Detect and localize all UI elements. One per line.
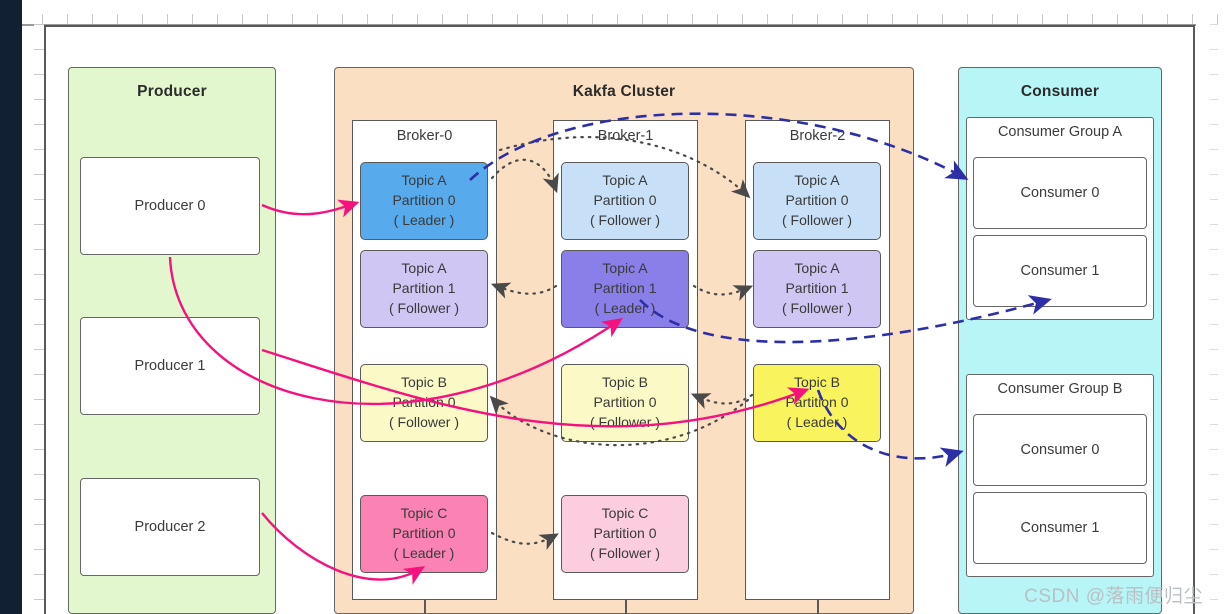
broker-1-partition-3[interactable]: Topic C Partition 0 ( Follower ) xyxy=(561,495,689,573)
producer-2-label: Producer 2 xyxy=(134,519,206,535)
broker-0-partition-3[interactable]: Topic C Partition 0 ( Leader ) xyxy=(360,495,488,573)
partition-topic: Topic C xyxy=(601,505,649,522)
partition-topic: Topic B xyxy=(401,374,447,391)
consumer-group-b-member-1[interactable]: Consumer 1 xyxy=(973,492,1147,564)
partition-index: Partition 1 xyxy=(785,280,849,297)
editor-gutter xyxy=(0,0,22,614)
partition-index: Partition 0 xyxy=(593,394,657,411)
partition-topic: Topic A xyxy=(602,260,648,277)
partition-index: Partition 0 xyxy=(785,192,849,209)
consumer-label: Consumer 0 xyxy=(1020,442,1100,458)
partition-topic: Topic C xyxy=(400,505,448,522)
consumer-panel-title: Consumer xyxy=(1020,83,1100,100)
consumer-label: Consumer 1 xyxy=(1020,263,1100,279)
partition-topic: Topic A xyxy=(602,172,648,189)
broker-2-stem xyxy=(817,600,819,614)
kafka-cluster-title: Kakfa Cluster xyxy=(572,83,676,100)
broker-0-stem xyxy=(424,600,426,614)
watermark: CSDN @落雨便归尘 xyxy=(1024,586,1203,607)
partition-topic: Topic A xyxy=(794,260,840,277)
broker-1-stem xyxy=(625,600,627,614)
producer-2-box[interactable]: Producer 2 xyxy=(80,478,260,576)
broker-2-partition-1[interactable]: Topic A Partition 1 ( Follower ) xyxy=(753,250,881,328)
partition-role: ( Leader ) xyxy=(393,211,455,228)
partition-topic: Topic A xyxy=(401,172,447,189)
partition-index: Partition 1 xyxy=(593,280,657,297)
partition-index: Partition 0 xyxy=(392,192,456,209)
broker-2-partition-2[interactable]: Topic B Partition 0 ( Leader ) xyxy=(753,364,881,442)
partition-role: ( Leader ) xyxy=(393,544,455,561)
partition-index: Partition 1 xyxy=(392,280,456,297)
broker-0-label: Broker-0 xyxy=(396,128,453,144)
partition-topic: Topic B xyxy=(602,374,648,391)
consumer-label: Consumer 0 xyxy=(1020,185,1100,201)
partition-topic: Topic A xyxy=(401,260,447,277)
broker-0-partition-2[interactable]: Topic B Partition 0 ( Follower ) xyxy=(360,364,488,442)
partition-role: ( Follower ) xyxy=(781,211,852,228)
consumer-group-b-label: Consumer Group B xyxy=(997,381,1123,397)
consumer-group-a-member-0[interactable]: Consumer 0 xyxy=(973,157,1147,229)
diagram-canvas: Producer Producer 0 Producer 1 Producer … xyxy=(0,0,1231,614)
partition-role: ( Leader ) xyxy=(594,299,656,316)
partition-role: ( Follower ) xyxy=(388,299,459,316)
partition-index: Partition 0 xyxy=(392,525,456,542)
partition-role: ( Follower ) xyxy=(781,299,852,316)
partition-role: ( Follower ) xyxy=(589,211,660,228)
partition-role: ( Follower ) xyxy=(589,544,660,561)
partition-index: Partition 0 xyxy=(593,525,657,542)
partition-role: ( Leader ) xyxy=(786,413,848,430)
partition-role: ( Follower ) xyxy=(388,413,459,430)
partition-index: Partition 0 xyxy=(785,394,849,411)
partition-index: Partition 0 xyxy=(392,394,456,411)
producer-panel-title: Producer xyxy=(137,83,207,100)
broker-0-partition-0[interactable]: Topic A Partition 0 ( Leader ) xyxy=(360,162,488,240)
right-ruler xyxy=(1196,24,1231,614)
broker-1-partition-0[interactable]: Topic A Partition 0 ( Follower ) xyxy=(561,162,689,240)
consumer-group-a-member-1[interactable]: Consumer 1 xyxy=(973,235,1147,307)
producer-0-box[interactable]: Producer 0 xyxy=(80,157,260,255)
broker-0-partition-1[interactable]: Topic A Partition 1 ( Follower ) xyxy=(360,250,488,328)
partition-index: Partition 0 xyxy=(593,192,657,209)
broker-2-label: Broker-2 xyxy=(789,128,846,144)
broker-1-partition-1[interactable]: Topic A Partition 1 ( Leader ) xyxy=(561,250,689,328)
consumer-group-a-label: Consumer Group A xyxy=(997,124,1123,140)
broker-1-label: Broker-1 xyxy=(597,128,654,144)
partition-role: ( Follower ) xyxy=(589,413,660,430)
partition-topic: Topic A xyxy=(794,172,840,189)
producer-0-label: Producer 0 xyxy=(134,198,206,214)
partition-topic: Topic B xyxy=(794,374,840,391)
broker-2-partition-0[interactable]: Topic A Partition 0 ( Follower ) xyxy=(753,162,881,240)
producer-1-box[interactable]: Producer 1 xyxy=(80,317,260,415)
consumer-group-b-member-0[interactable]: Consumer 0 xyxy=(973,414,1147,486)
consumer-label: Consumer 1 xyxy=(1020,520,1100,536)
broker-1-partition-2[interactable]: Topic B Partition 0 ( Follower ) xyxy=(561,364,689,442)
producer-1-label: Producer 1 xyxy=(134,358,206,374)
